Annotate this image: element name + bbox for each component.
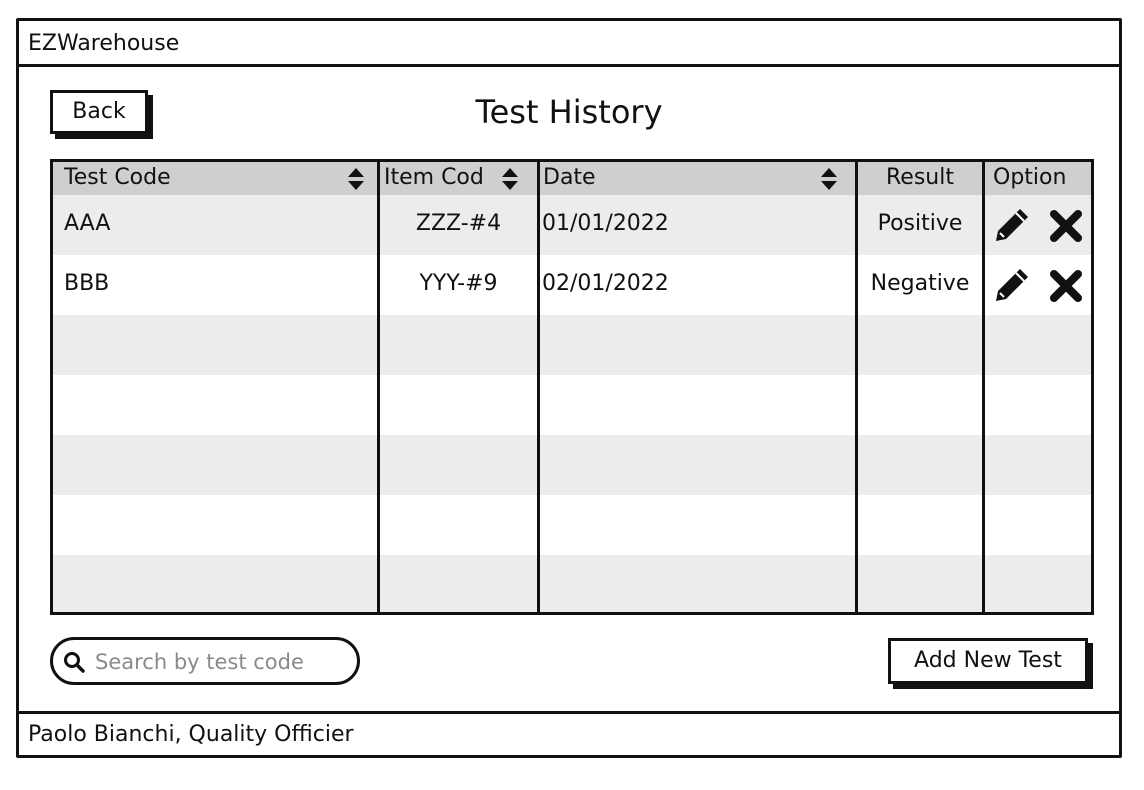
column-header-result: Result	[886, 165, 954, 190]
column-header-option: Option	[993, 165, 1067, 190]
title-bar: EZWarehouse	[19, 21, 1119, 67]
table-row[interactable]: AAA ZZZ-#4 01/01/2022 Positive	[53, 195, 1091, 255]
test-code-cell: BBB	[64, 271, 110, 296]
sort-icon[interactable]	[347, 167, 365, 191]
date-cell: 01/01/2022	[542, 211, 669, 236]
item-code-cell: YYY-#9	[419, 271, 498, 296]
date-cell: 02/01/2022	[542, 271, 669, 296]
search-box[interactable]	[50, 637, 360, 685]
table-row-empty	[53, 555, 1091, 612]
pencil-icon[interactable]	[993, 266, 1031, 304]
close-icon[interactable]	[1049, 269, 1083, 303]
add-new-test-button[interactable]: Add New Test	[888, 638, 1088, 684]
pencil-icon[interactable]	[993, 206, 1031, 244]
sort-icon[interactable]	[820, 167, 838, 191]
column-divider	[537, 162, 540, 612]
column-divider	[855, 162, 858, 612]
table-header: Test Code Item Cod Date Result Option	[53, 162, 1091, 195]
page-title: Test History	[475, 93, 663, 131]
column-divider	[377, 162, 380, 612]
item-code-cell: ZZZ-#4	[415, 211, 502, 236]
user-info: Paolo Bianchi, Quality Officier	[28, 722, 354, 747]
app-title: EZWarehouse	[28, 31, 180, 56]
close-icon[interactable]	[1049, 209, 1083, 243]
result-cell: Negative	[870, 271, 970, 296]
table-row[interactable]: BBB YYY-#9 02/01/2022 Negative	[53, 255, 1091, 315]
column-divider	[982, 162, 985, 612]
test-code-cell: AAA	[64, 211, 111, 236]
search-icon	[64, 652, 85, 673]
app-window: EZWarehouse Back Test History Test Code …	[16, 18, 1122, 758]
table-row-empty	[53, 495, 1091, 555]
test-history-table: Test Code Item Cod Date Result Option AA…	[50, 159, 1094, 615]
sort-icon[interactable]	[501, 167, 519, 191]
status-bar: Paolo Bianchi, Quality Officier	[19, 711, 1119, 755]
table-row-empty	[53, 435, 1091, 495]
column-header-date[interactable]: Date	[543, 165, 596, 190]
result-cell: Positive	[877, 211, 963, 236]
column-header-test-code[interactable]: Test Code	[64, 165, 171, 190]
column-header-item-code[interactable]: Item Cod	[384, 165, 484, 190]
table-row-empty	[53, 315, 1091, 375]
table-row-empty	[53, 375, 1091, 435]
search-input[interactable]	[93, 646, 352, 678]
